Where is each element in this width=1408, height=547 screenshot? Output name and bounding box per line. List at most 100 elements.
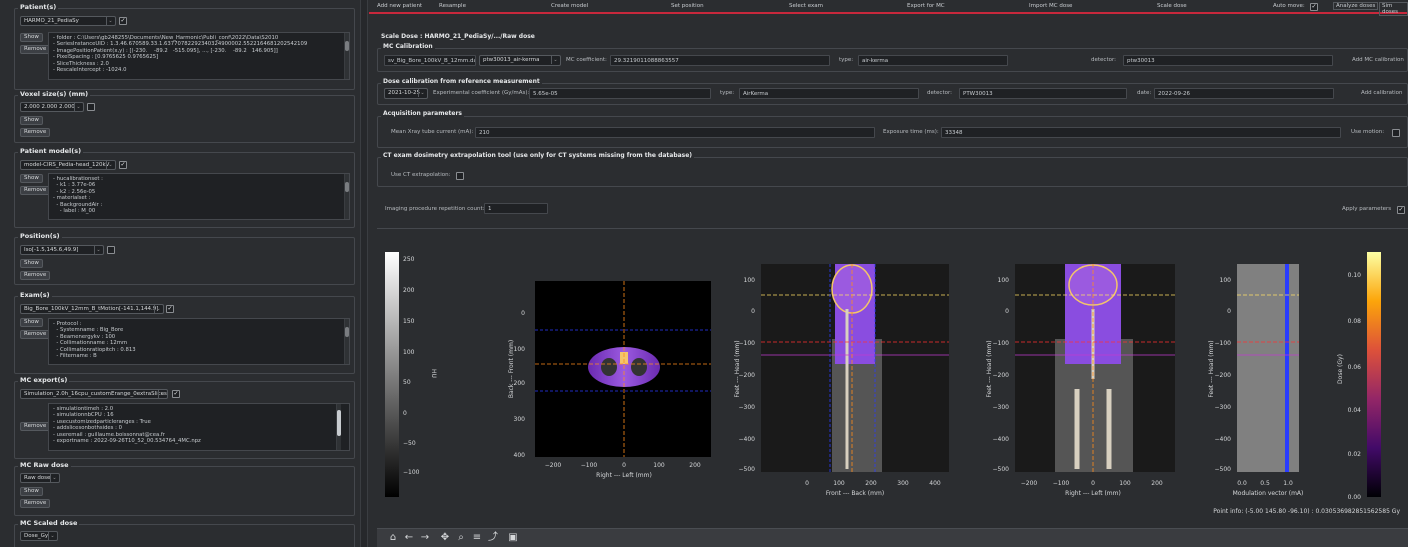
voxel-show-button[interactable]: Show [20, 116, 43, 125]
patient-scrollbar[interactable] [344, 33, 349, 79]
panel-splitter[interactable] [360, 0, 368, 547]
chevron-down-icon: ⌄ [154, 305, 162, 313]
sagittal-ytick: −300 [739, 404, 756, 411]
mcexport-checkbox[interactable]: ✓ [172, 390, 180, 398]
model-show-button[interactable]: Show [20, 174, 43, 183]
motion-checkbox[interactable] [1392, 129, 1400, 137]
patient-remove-button[interactable]: Remove [20, 45, 51, 54]
mc-calibration-title: MC Calibration [381, 43, 435, 50]
ref-date-select[interactable]: 2021-10-25 ⌄ [384, 88, 428, 99]
rawdose-select[interactable]: Raw dose ⌄ [20, 473, 60, 483]
back-icon[interactable]: ← [403, 532, 415, 544]
set-position-button[interactable]: Set position [671, 3, 704, 9]
exposure-input[interactable]: 33348 [941, 127, 1341, 138]
ref-date-input[interactable]: 2022-09-26 [1154, 88, 1334, 99]
scaleddose-select[interactable]: Dose_Gy ⌄ [20, 531, 58, 541]
current-input[interactable]: 210 [475, 127, 875, 138]
rawdose-title: MC Raw dose [18, 461, 71, 469]
configure-subplots-icon[interactable]: ≡ [471, 532, 483, 544]
repetition-label: Imaging procedure repetition count: [385, 206, 485, 212]
sim-doses-button[interactable]: Sim doses [1379, 2, 1408, 16]
analyze-doses-button[interactable]: Analyze doses [1333, 2, 1379, 10]
forward-icon[interactable]: → [419, 532, 431, 544]
zoom-icon[interactable]: ⌕ [455, 532, 467, 544]
axial-ytick: 100 [514, 346, 526, 353]
voxel-title: Voxel size(s) (mm) [18, 90, 91, 98]
coronal-xtick: −200 [1021, 480, 1038, 487]
ref-detector-label: detector: [927, 90, 952, 96]
sagittal-ytick: 100 [744, 277, 756, 284]
rawdose-show-button[interactable]: Show [20, 487, 43, 496]
ct-extrapolation-checkbox[interactable] [456, 172, 464, 180]
patient-checkbox[interactable]: ✓ [119, 17, 127, 25]
position-remove-button[interactable]: Remove [20, 271, 51, 280]
model-scrollbar[interactable] [344, 174, 349, 219]
main-toolbar: Add new patient Resample Create model Se… [369, 0, 1408, 16]
mc-file-input[interactable]: sv_Big_Bore_100kV_B_12mm.dat [384, 55, 476, 66]
import-mc-button[interactable]: Import MC dose [1029, 3, 1072, 9]
patients-title: Patient(s) [18, 3, 59, 11]
hu-label: HU [430, 369, 437, 378]
position-select[interactable]: Iso[-1.5,145.6,49.9] ⌄ [20, 245, 104, 255]
exposure-label: Exposure time (ms): [883, 129, 939, 135]
auto-move-checkbox[interactable]: ✓ [1310, 3, 1318, 11]
position-checkbox[interactable] [107, 246, 115, 254]
coronal-ytick: 0 [1005, 308, 1009, 315]
save-icon[interactable]: ▣ [507, 532, 519, 544]
coronal-ylabel: Feet --- Head (mm) [986, 340, 993, 397]
ref-type-input[interactable]: AirKerma [739, 88, 919, 99]
apply-parameters-checkbox[interactable]: ✓ [1397, 206, 1405, 214]
coronal-ytick: 100 [998, 277, 1010, 284]
add-calibration-button[interactable]: Add calibration [1361, 90, 1403, 96]
voxel-checkbox[interactable] [87, 103, 95, 111]
chevron-down-icon: ⌄ [50, 474, 58, 482]
modulation-ytick: −300 [1215, 404, 1232, 411]
add-mc-calibration-button[interactable]: Add MC calibration [1352, 57, 1404, 63]
model-title: Patient model(s) [18, 147, 84, 155]
exam-show-button[interactable]: Show [20, 318, 43, 327]
dose-label: Dose (Gy) [1337, 354, 1344, 384]
scale-dose-button[interactable]: Scale dose [1157, 3, 1187, 9]
mc-type-input[interactable]: air-kerma [858, 55, 1008, 66]
modulation-ylabel: Feet --- Head (mm) [1208, 340, 1215, 397]
modulation-xtick: 0.5 [1260, 480, 1270, 487]
mcexport-scrollbar[interactable] [336, 404, 341, 450]
export-mc-button[interactable]: Export for MC [907, 3, 945, 9]
exam-remove-button[interactable]: Remove [20, 330, 51, 339]
resample-button[interactable]: Resample [439, 3, 466, 9]
edit-axis-icon[interactable]: ⤴ [487, 532, 499, 544]
patient-select[interactable]: HARMO_21_PediaSy ⌄ [20, 16, 116, 26]
coronal-ytick: −200 [993, 372, 1010, 379]
voxel-select[interactable]: 2.000 2.000 2.000 ⌄ [20, 102, 84, 112]
chevron-down-icon: ⌄ [106, 161, 114, 169]
modulation-ytick: 0 [1227, 308, 1231, 315]
modulation-ytick: 100 [1220, 277, 1232, 284]
voxel-remove-button[interactable]: Remove [20, 128, 51, 137]
exam-checkbox[interactable]: ✓ [166, 305, 174, 313]
mc-detector-select[interactable]: ptw30013_air-kerma ⌄ [479, 55, 561, 66]
ref-detector-input[interactable]: PTW30013 [959, 88, 1127, 99]
mcexport-remove-button[interactable]: Remove [20, 422, 51, 431]
add-patient-button[interactable]: Add new patient [377, 3, 422, 9]
modulation-xtick: 0.0 [1237, 480, 1247, 487]
home-icon[interactable]: ⌂ [387, 532, 399, 544]
exam-select[interactable]: Big_Bore_100kV_12mm_B_tMotion[-141.1,144… [20, 304, 164, 314]
mcexport-select[interactable]: Simulation_2.0h_16cpu_customErange_0extr… [20, 389, 168, 399]
exam-scrollbar[interactable] [344, 319, 349, 364]
model-remove-button[interactable]: Remove [20, 186, 51, 195]
create-model-button[interactable]: Create model [551, 3, 588, 9]
sagittal-ylabel: Feet --- Head (mm) [734, 340, 741, 397]
rawdose-remove-button[interactable]: Remove [20, 499, 51, 508]
repetition-input[interactable]: 1 [484, 203, 548, 214]
select-exam-button[interactable]: Select exam [789, 3, 823, 9]
modulation-xlabel: Modulation vector (mA) [1233, 490, 1304, 497]
hu-tick: −50 [403, 440, 416, 447]
pan-icon[interactable]: ✥ [439, 532, 451, 544]
model-checkbox[interactable]: ✓ [119, 161, 127, 169]
exp-coef-input[interactable]: 5.65e-05 [529, 88, 711, 99]
patient-show-button[interactable]: Show [20, 33, 43, 42]
mc-detector-input[interactable]: ptw30013 [1123, 55, 1333, 66]
model-select[interactable]: model-CIRS_Pedia-head_120kV ⌄ [20, 160, 116, 170]
position-show-button[interactable]: Show [20, 259, 43, 268]
mc-coef-input[interactable]: 29.3219011088863557 [610, 55, 830, 66]
